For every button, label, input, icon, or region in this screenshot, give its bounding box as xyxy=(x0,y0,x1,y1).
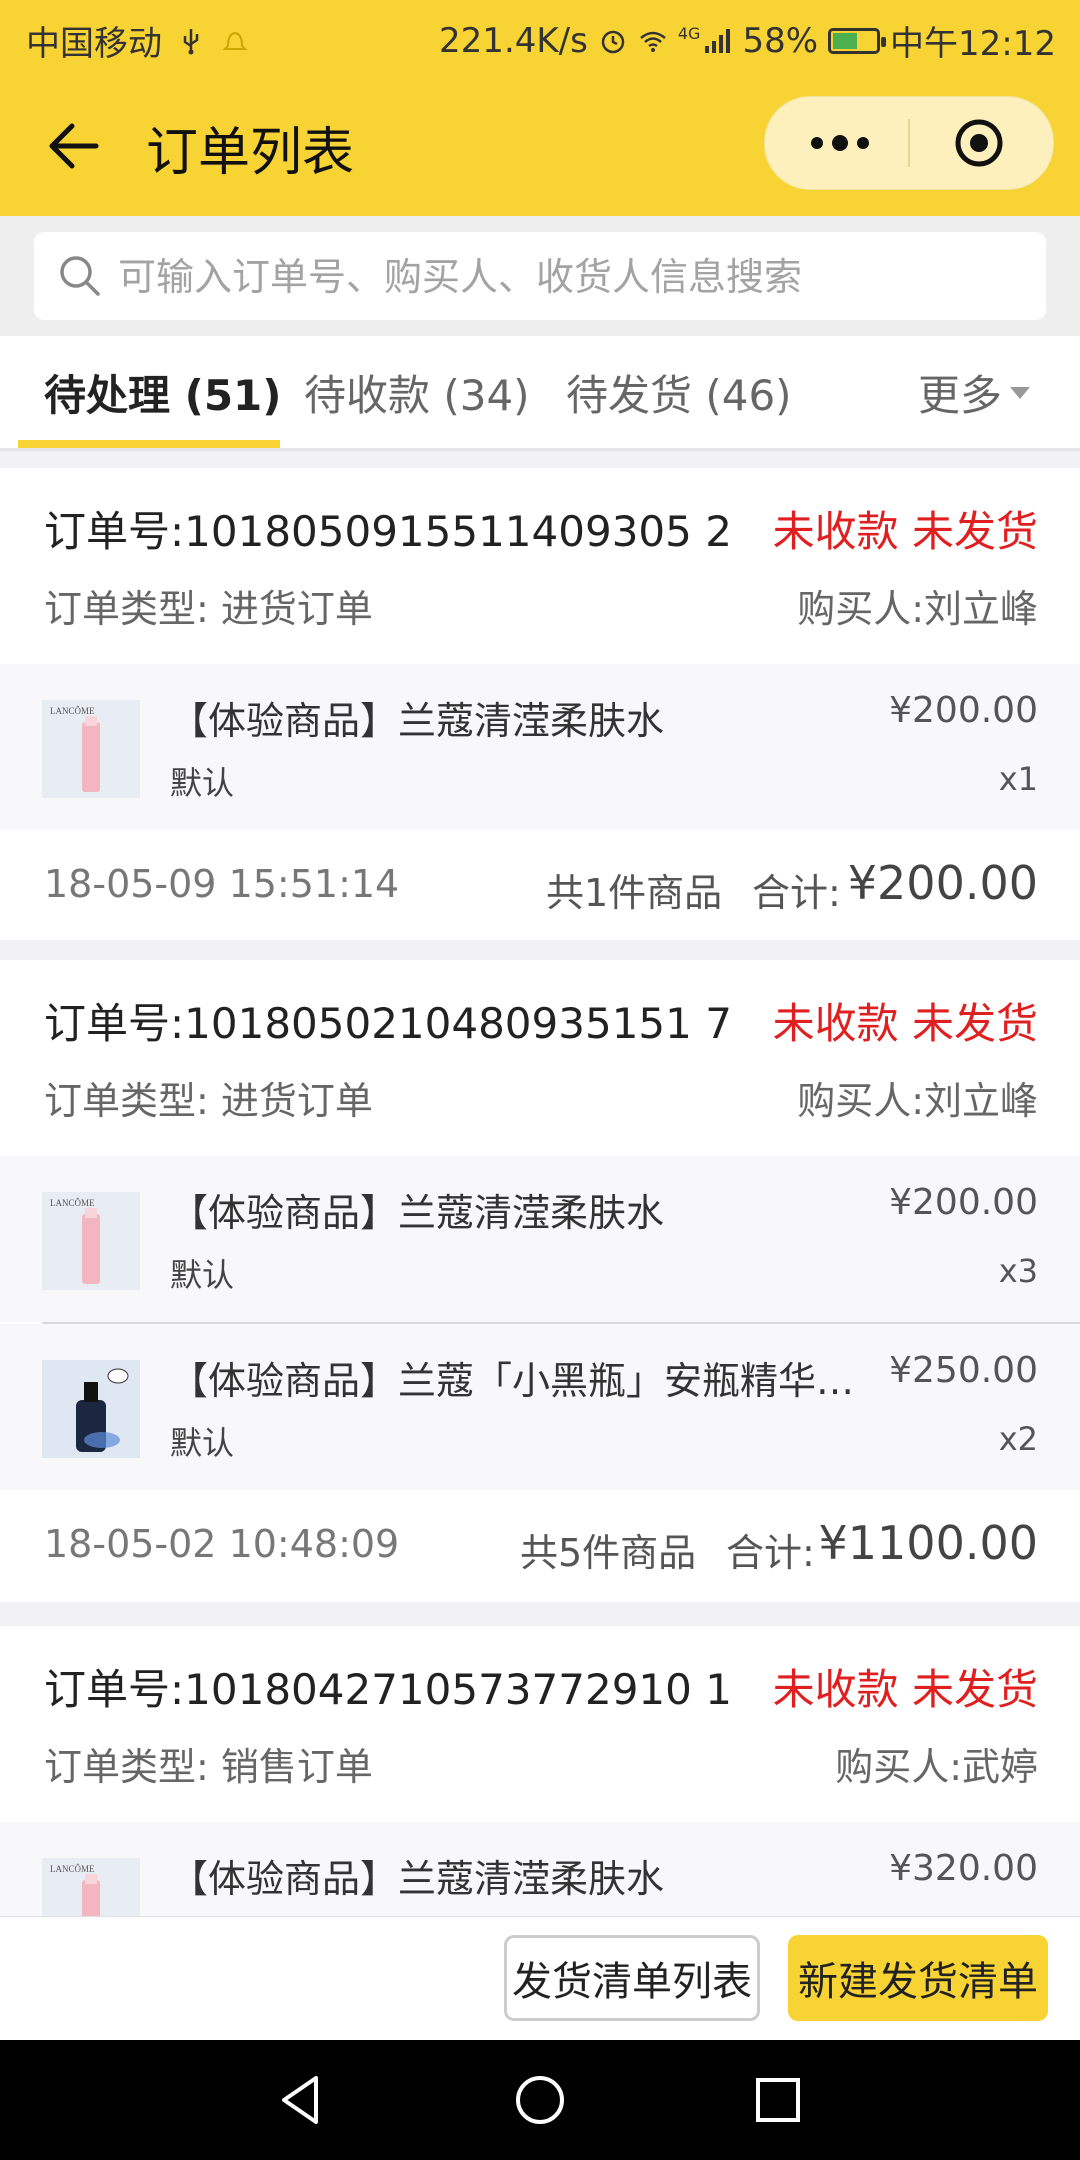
tab-awaiting-payment[interactable]: 待收款 (34) xyxy=(304,362,530,423)
app-bar: 订单列表 xyxy=(0,72,1080,216)
more-dots-icon[interactable] xyxy=(805,127,875,159)
new-shipping-list-button[interactable]: 新建发货清单 xyxy=(788,1935,1048,2021)
product-thumbnail xyxy=(42,1360,140,1458)
product-thumbnail: LANCÔME xyxy=(42,700,140,798)
item-count: 共5件商品 xyxy=(520,1531,697,1575)
item-count: 共1件商品 xyxy=(546,871,723,915)
order-status: 未收款 未发货 xyxy=(772,1665,1038,1714)
product-sku: 默认 xyxy=(170,1424,235,1462)
order-item[interactable]: LANCÔME 【体验商品】兰蔻清滢柔肤水 默认 ¥200.00 x1 xyxy=(0,664,1080,830)
capsule-divider xyxy=(908,119,910,167)
chevron-down-icon xyxy=(1010,386,1031,399)
svg-text:LANCÔME: LANCÔME xyxy=(50,1864,95,1874)
product-name: 【体验商品】兰蔻「小黑瓶」安瓶精华… xyxy=(170,1359,855,1403)
order-buyer: 购买人:刘立峰 xyxy=(797,587,1038,631)
status-left: 中国移动 xyxy=(26,16,250,65)
carrier-label: 中国移动 xyxy=(26,24,162,64)
product-sku: 默认 xyxy=(170,764,235,802)
product-sku: 默认 xyxy=(170,1256,235,1294)
order-card[interactable]: 订单号:1018042710573772910 1 未收款 未发货 订单类型: … xyxy=(0,1626,1080,1916)
order-time: 18-05-09 15:51:14 xyxy=(44,862,400,906)
network-speed: 221.4K/s xyxy=(439,20,588,61)
order-type: 订单类型: 进货订单 xyxy=(44,1079,373,1123)
tab-awaiting-shipment[interactable]: 待发货 (46) xyxy=(566,362,792,423)
order-item[interactable]: 【体验商品】兰蔻「小黑瓶」安瓶精华… 默认 ¥250.00 x2 xyxy=(0,1324,1080,1490)
order-time: 18-05-02 10:48:09 xyxy=(44,1522,400,1566)
status-right: 221.4K/s 4G 58% 中午12:12 xyxy=(439,16,1056,65)
search-bar-area xyxy=(0,216,1080,336)
order-type: 订单类型: 进货订单 xyxy=(44,587,373,631)
product-name: 【体验商品】兰蔻清滢柔肤水 xyxy=(170,1191,665,1235)
order-buyer: 购买人:武婷 xyxy=(835,1745,1038,1789)
order-number: 订单号:1018042710573772910 1 xyxy=(44,1665,732,1714)
order-total: ¥1100.00 xyxy=(818,1516,1039,1570)
order-number: 订单号:1018050915511409305 2 xyxy=(44,507,732,556)
battery-fill xyxy=(833,32,858,49)
product-thumbnail: LANCÔME xyxy=(42,1858,140,1916)
alarm-icon xyxy=(601,30,625,53)
active-tab-indicator xyxy=(18,440,280,448)
order-status: 未收款 未发货 xyxy=(772,999,1038,1048)
product-thumbnail: LANCÔME xyxy=(42,1192,140,1290)
notification-bell-icon xyxy=(222,31,248,50)
miniprogram-capsule xyxy=(764,96,1054,190)
product-quantity: x1 xyxy=(998,760,1038,798)
product-price: ¥320.00 xyxy=(889,1848,1038,1889)
network-type: 4G xyxy=(677,24,701,43)
status-bar: 中国移动 221.4K/s 4G 58% 中午12:12 xyxy=(0,0,1080,72)
total-label: 合计: xyxy=(752,871,841,915)
order-type: 订单类型: 销售订单 xyxy=(44,1745,373,1789)
nav-back-icon[interactable] xyxy=(272,2070,332,2130)
target-icon[interactable] xyxy=(953,117,1005,169)
battery-percent: 58% xyxy=(742,20,819,61)
signal-icon xyxy=(705,28,731,53)
order-number: 订单号:1018050210480935151 7 xyxy=(44,999,732,1048)
svg-text:LANCÔME: LANCÔME xyxy=(50,1198,95,1208)
search-input[interactable] xyxy=(116,246,1020,308)
tab-more[interactable]: 更多 xyxy=(918,362,1031,423)
nav-recents-icon[interactable] xyxy=(748,2070,808,2130)
wifi-icon xyxy=(640,31,666,52)
order-card[interactable]: 订单号:1018050210480935151 7 未收款 未发货 订单类型: … xyxy=(0,960,1080,1602)
product-quantity: x3 xyxy=(998,1252,1038,1290)
product-quantity: x2 xyxy=(998,1420,1038,1458)
product-price: ¥250.00 xyxy=(889,1350,1038,1391)
product-name: 【体验商品】兰蔻清滢柔肤水 xyxy=(170,699,665,743)
system-nav-bar xyxy=(0,2040,1080,2160)
nav-home-icon[interactable] xyxy=(510,2070,570,2130)
order-summary: 18-05-02 10:48:09 共5件商品 合计: ¥1100.00 xyxy=(0,1490,1080,1600)
bottom-action-bar: 发货清单列表 新建发货清单 xyxy=(0,1916,1080,2041)
product-price: ¥200.00 xyxy=(889,690,1038,731)
tab-more-label: 更多 xyxy=(918,371,1003,420)
order-total: ¥200.00 xyxy=(847,856,1038,910)
back-arrow-icon[interactable] xyxy=(42,116,102,176)
product-name: 【体验商品】兰蔻清滢柔肤水 xyxy=(170,1857,665,1901)
order-buyer: 购买人:刘立峰 xyxy=(797,1079,1038,1123)
order-item[interactable]: LANCÔME 【体验商品】兰蔻清滢柔肤水 默认 ¥200.00 x3 xyxy=(0,1156,1080,1322)
order-status: 未收款 未发货 xyxy=(772,507,1038,556)
order-summary: 18-05-09 15:51:14 共1件商品 合计: ¥200.00 xyxy=(0,830,1080,940)
order-item[interactable]: LANCÔME 【体验商品】兰蔻清滢柔肤水 ¥320.00 xyxy=(0,1822,1080,1916)
order-card[interactable]: 订单号:1018050915511409305 2 未收款 未发货 订单类型: … xyxy=(0,468,1080,940)
total-label: 合计: xyxy=(726,1531,815,1575)
tab-pending[interactable]: 待处理 (51) xyxy=(44,362,281,423)
clock: 中午12:12 xyxy=(890,24,1056,64)
page-title: 订单列表 xyxy=(146,123,355,183)
order-status-tabs: 待处理 (51) 待收款 (34) 待发货 (46) 更多 xyxy=(0,336,1080,451)
shipping-list-button[interactable]: 发货清单列表 xyxy=(504,1935,760,2021)
usb-icon xyxy=(183,28,199,54)
product-price: ¥200.00 xyxy=(889,1182,1038,1223)
search-icon xyxy=(60,256,100,296)
battery-icon xyxy=(828,27,887,54)
search-box[interactable] xyxy=(34,232,1046,320)
svg-text:LANCÔME: LANCÔME xyxy=(50,706,95,716)
